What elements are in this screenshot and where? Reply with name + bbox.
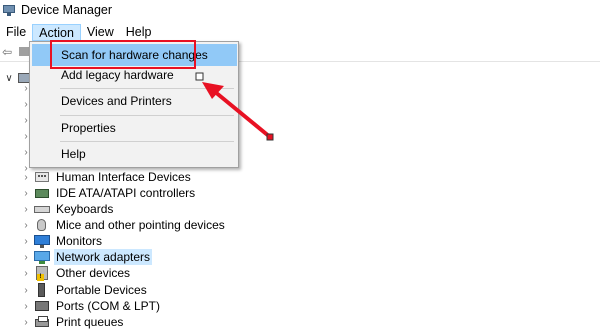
menu-separator	[60, 115, 234, 116]
tree-item-label: Other devices	[56, 266, 131, 280]
tree-item-label: Network adapters	[54, 249, 153, 265]
ide-controller-icon	[34, 186, 50, 200]
menu-view[interactable]: View	[81, 24, 120, 41]
tree-item-ports[interactable]: › Ports (COM & LPT)	[20, 298, 162, 314]
tree-item-label: Ports (COM & LPT)	[56, 299, 161, 313]
ports-icon	[34, 299, 50, 313]
menu-separator	[60, 88, 234, 89]
printer-icon	[34, 315, 50, 329]
tree-item-human-interface-devices[interactable]: › Human Interface Devices	[20, 169, 193, 185]
menu-item-help[interactable]: Help	[32, 143, 237, 165]
tree-item-keyboards[interactable]: › Keyboards	[20, 201, 115, 217]
chevron-right-icon[interactable]: ›	[20, 285, 32, 296]
chevron-right-icon[interactable]: ›	[20, 252, 32, 263]
menu-bar: File Action View Help	[0, 23, 158, 41]
chevron-right-icon[interactable]: ›	[20, 268, 32, 279]
menu-item-devices-and-printers[interactable]: Devices and Printers	[32, 90, 237, 112]
window-title: Device Manager	[21, 3, 113, 17]
hid-icon	[34, 170, 50, 184]
menu-item-properties[interactable]: Properties	[32, 117, 237, 139]
tree-item-portable-devices[interactable]: › Portable Devices	[20, 282, 149, 298]
chevron-right-icon[interactable]: ›	[20, 220, 32, 231]
chevron-right-icon[interactable]: ›	[20, 301, 32, 312]
tree-item-label: Print queues	[56, 315, 124, 329]
tree-item-label: Keyboards	[56, 202, 114, 216]
menu-action[interactable]: Action	[32, 23, 81, 41]
tree-item-label: Human Interface Devices	[56, 170, 191, 184]
tree-item-mice[interactable]: › Mice and other pointing devices	[20, 217, 227, 233]
tree-item-print-queues[interactable]: › Print queues	[20, 314, 125, 330]
mouse-icon	[34, 218, 50, 232]
device-manager-icon	[3, 4, 15, 16]
chevron-right-icon[interactable]: ›	[20, 236, 32, 247]
tree-item-network-adapters[interactable]: › Network adapters	[20, 249, 153, 265]
toolbar-button-icon[interactable]	[19, 47, 29, 56]
highlight-box	[50, 40, 196, 69]
tree-item-other-devices[interactable]: › Other devices	[20, 265, 132, 281]
tree-item-ide-controllers[interactable]: › IDE ATA/ATAPI controllers	[20, 185, 197, 201]
chevron-right-icon[interactable]: ›	[20, 317, 32, 328]
portable-device-icon	[34, 283, 50, 297]
chevron-right-icon[interactable]: ›	[20, 188, 32, 199]
menu-help[interactable]: Help	[120, 24, 158, 41]
menu-separator	[60, 141, 234, 142]
network-adapter-icon	[34, 250, 50, 264]
back-arrow-icon[interactable]: ⇦	[2, 46, 14, 58]
keyboard-icon	[34, 202, 50, 216]
tree-item-label: IDE ATA/ATAPI controllers	[56, 186, 196, 200]
tree-item-label: Mice and other pointing devices	[56, 218, 225, 232]
tree-item-label: Monitors	[56, 234, 103, 248]
chevron-down-icon[interactable]: ∨	[2, 73, 16, 84]
menu-file[interactable]: File	[0, 24, 32, 41]
other-device-icon	[34, 266, 50, 281]
chevron-right-icon[interactable]: ›	[20, 204, 32, 215]
tree-item-monitors[interactable]: › Monitors	[20, 233, 104, 249]
chevron-right-icon[interactable]: ›	[20, 172, 32, 183]
tree-item-label: Portable Devices	[56, 283, 147, 297]
monitor-icon	[34, 234, 50, 248]
title-bar: Device Manager	[0, 0, 600, 20]
